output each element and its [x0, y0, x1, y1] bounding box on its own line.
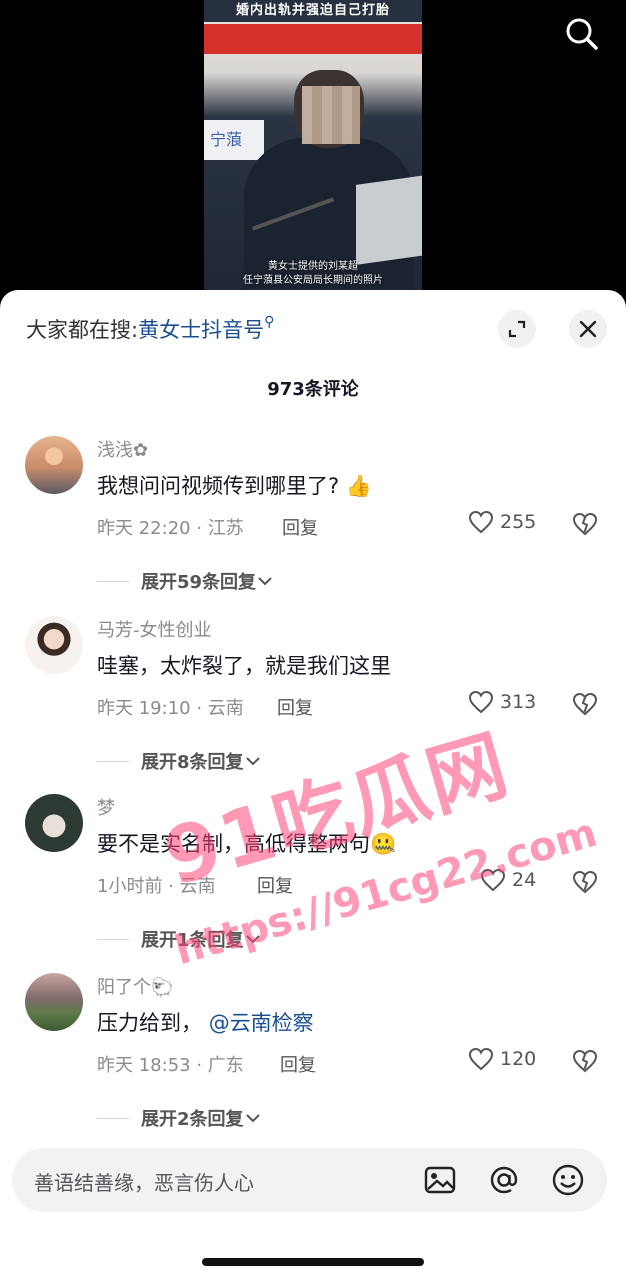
avatar[interactable]: [25, 616, 83, 674]
comment-time-location: 昨天 22:20 · 江苏: [97, 518, 244, 539]
blurred-face: [302, 86, 360, 144]
expand-replies-label: 展开59条回复: [141, 572, 257, 593]
chevron-down-icon: [245, 1114, 260, 1123]
heart-icon: [480, 868, 506, 892]
reply-button[interactable]: 回复: [280, 1051, 316, 1077]
comment-input-bar[interactable]: 善语结善缘，恶言伤人心: [12, 1148, 607, 1212]
comment-emoji: 🤐: [370, 832, 397, 856]
expand-replies-button[interactable]: 展开2条回复: [97, 1105, 262, 1131]
like-count: 24: [512, 869, 537, 891]
comment-username[interactable]: 马芳-女性创业: [97, 616, 212, 642]
search-keyword-link[interactable]: 黄女士抖音号: [138, 318, 264, 342]
expand-icon: [508, 320, 526, 338]
reply-button[interactable]: 回复: [277, 694, 313, 720]
search-icon[interactable]: [564, 16, 600, 52]
comment-input-placeholder[interactable]: 善语结善缘，恶言伤人心: [34, 1167, 254, 1196]
emoji-icon[interactable]: [550, 1162, 586, 1198]
comment-time-location: 昨天 19:10 · 云南: [97, 698, 244, 719]
close-button[interactable]: [569, 310, 607, 348]
search-prefix: 大家都在搜:: [26, 318, 139, 342]
expand-replies-button[interactable]: 展开1条回复: [97, 926, 262, 952]
mention-link[interactable]: @云南检察: [209, 1011, 314, 1035]
video-caption-bottom: 黄女士提供的刘某超 任宁蒗县公安局局长期间的照片: [204, 260, 422, 288]
comment-username[interactable]: 浅浅✿: [97, 436, 148, 462]
like-button[interactable]: 24: [480, 868, 536, 892]
expand-button[interactable]: [498, 310, 536, 348]
at-icon[interactable]: [486, 1162, 522, 1198]
avatar[interactable]: [25, 436, 83, 494]
comment-count: 973条评论: [267, 379, 359, 400]
heart-icon: [468, 510, 494, 534]
video-caption-bottom-line2: 任宁蒗县公安局局长期间的照片: [243, 275, 383, 286]
video-laptop: [356, 175, 422, 265]
expand-replies-label: 展开1条回复: [141, 930, 244, 951]
broken-heart-icon[interactable]: [572, 692, 598, 716]
like-count: 313: [500, 691, 537, 713]
expand-replies-button[interactable]: 展开59条回复: [97, 568, 274, 594]
comment-text: 我想问问视频传到哪里了? 👍: [97, 474, 372, 498]
comments-sheet: 大家都在搜:黄女士抖音号⚲ 973条评论 浅浅✿ 我想问问视频传到哪里了? 👍 …: [0, 290, 626, 1280]
comment-username[interactable]: 阳了个🐑: [97, 973, 173, 999]
comment-username[interactable]: 梦: [97, 794, 115, 820]
video-player[interactable]: 婚内出轨并强迫自己打胎 宁蒗 黄女士提供的刘某超 任宁蒗县公安局局长期间的照片: [0, 0, 626, 300]
home-indicator[interactable]: [202, 1258, 424, 1266]
like-button[interactable]: 313: [468, 690, 536, 714]
search-small-icon: ⚲: [264, 314, 275, 330]
like-count: 120: [500, 1048, 537, 1070]
close-icon: [579, 320, 597, 338]
heart-icon: [468, 690, 494, 714]
avatar[interactable]: [25, 973, 83, 1031]
broken-heart-icon[interactable]: [572, 870, 598, 894]
reply-button[interactable]: 回复: [282, 514, 318, 540]
comment-text: 哇塞，太炸裂了，就是我们这里: [97, 654, 391, 678]
video-backdrop-banner: [204, 24, 422, 54]
chevron-down-icon: [245, 757, 260, 766]
like-count: 255: [500, 511, 537, 533]
comment-text: 要不是实名制，高低得整两句🤐: [97, 832, 397, 856]
expand-replies-label: 展开2条回复: [141, 1109, 244, 1130]
expand-replies-button[interactable]: 展开8条回复: [97, 748, 262, 774]
chevron-down-icon: [258, 577, 272, 586]
comment-emoji: 👍: [345, 474, 372, 498]
comment-time-location: 1小时前 · 云南: [97, 876, 216, 897]
like-button[interactable]: 255: [468, 510, 536, 534]
avatar[interactable]: [25, 794, 83, 852]
image-icon[interactable]: [422, 1162, 458, 1198]
reply-button[interactable]: 回复: [257, 872, 293, 898]
like-button[interactable]: 120: [468, 1047, 536, 1071]
expand-replies-label: 展开8条回复: [141, 752, 244, 773]
video-caption-top: 婚内出轨并强迫自己打胎: [204, 0, 422, 22]
broken-heart-icon[interactable]: [572, 512, 598, 536]
video-frame: 婚内出轨并强迫自己打胎 宁蒗 黄女士提供的刘某超 任宁蒗县公安局局长期间的照片: [204, 0, 422, 292]
chevron-down-icon: [245, 935, 260, 944]
comment-text: 压力给到， @云南检察: [97, 1011, 314, 1035]
comment-time-location: 昨天 18:53 · 广东: [97, 1055, 244, 1076]
heart-icon: [468, 1047, 494, 1071]
video-caption-bottom-line1: 黄女士提供的刘某超: [268, 261, 358, 272]
search-suggestion[interactable]: 大家都在搜:黄女士抖音号⚲: [26, 314, 274, 344]
broken-heart-icon[interactable]: [572, 1049, 598, 1073]
